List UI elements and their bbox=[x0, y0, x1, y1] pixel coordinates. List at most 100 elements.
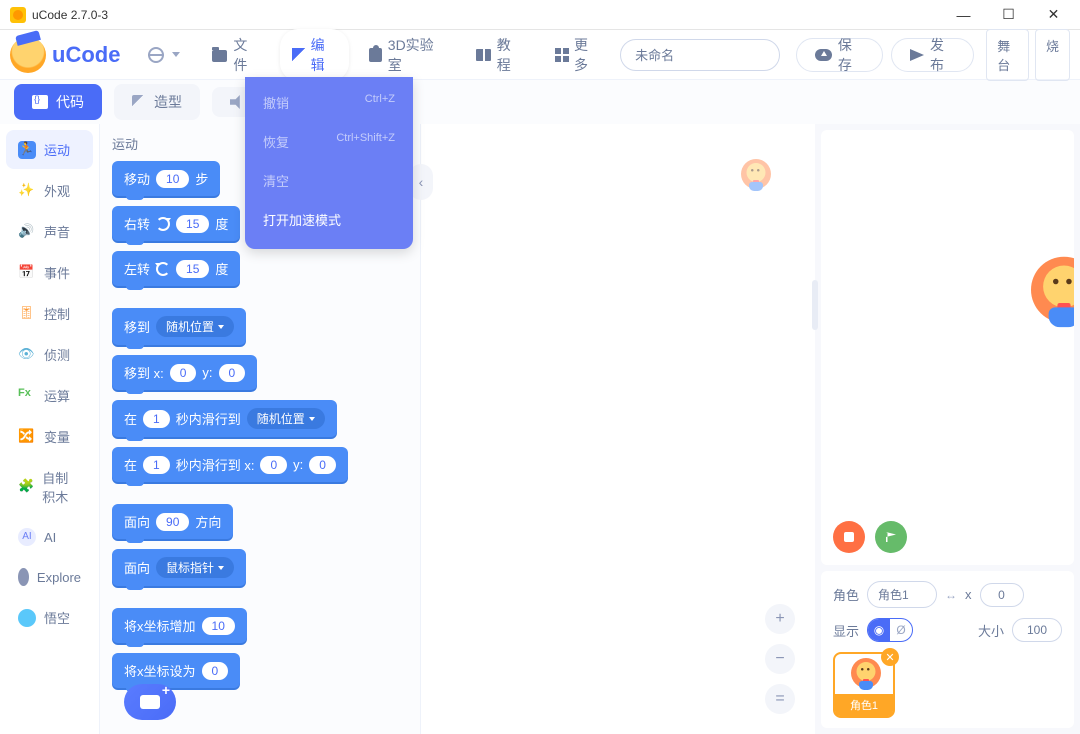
block-move-steps[interactable]: 移动 10 步 bbox=[112, 161, 220, 196]
input-glidexy-y[interactable]: 0 bbox=[309, 456, 336, 474]
cat-looks[interactable]: ✨外观 bbox=[6, 171, 93, 210]
edit-menu-button[interactable]: 编辑 bbox=[280, 29, 349, 81]
clear-item[interactable]: 清空 bbox=[245, 161, 413, 200]
3d-lab-menu[interactable]: 3D实验室 bbox=[357, 29, 456, 81]
brush-icon bbox=[132, 95, 146, 109]
cat-operators[interactable]: Fx运算 bbox=[6, 376, 93, 415]
file-menu[interactable]: 文件 bbox=[200, 29, 271, 81]
edit-label: 编辑 bbox=[311, 35, 337, 75]
cat-control[interactable]: 🎚控制 bbox=[6, 294, 93, 333]
code-icon bbox=[32, 95, 48, 109]
tab-code[interactable]: 代码 bbox=[14, 84, 102, 120]
stage-button[interactable]: 舞台 bbox=[986, 29, 1029, 81]
dropdown-goto[interactable]: 随机位置 bbox=[156, 316, 234, 337]
main-area: 🏃运动 ✨外观 🔊声音 📅事件 🎚控制 👁侦测 Fx运算 🔀变量 🧩自制积木 A… bbox=[0, 124, 1080, 734]
stage-preview[interactable] bbox=[821, 130, 1074, 565]
minimize-button[interactable]: — bbox=[941, 1, 986, 29]
sprite-thumbnail[interactable]: ✕ 角色1 bbox=[833, 652, 895, 718]
cat-sensing[interactable]: 👁侦测 bbox=[6, 335, 93, 374]
input-glide-sec[interactable]: 1 bbox=[143, 410, 170, 428]
input-point-dir[interactable]: 90 bbox=[156, 513, 189, 531]
cat-explore[interactable]: Explore bbox=[6, 558, 93, 596]
cat-sound[interactable]: 🔊声音 bbox=[6, 212, 93, 251]
panel-resize-handle[interactable] bbox=[812, 280, 818, 330]
sprite-list: ✕ 角色1 bbox=[833, 652, 1062, 718]
block-set-x[interactable]: 将x坐标设为 0 bbox=[112, 653, 240, 688]
publish-button[interactable]: 发布 bbox=[891, 38, 974, 72]
dropdown-point-to[interactable]: 鼠标指针 bbox=[156, 557, 234, 578]
input-change-x[interactable]: 10 bbox=[202, 617, 235, 635]
block-point-towards[interactable]: 面向 鼠标指针 bbox=[112, 549, 246, 586]
turn-ccw-icon bbox=[156, 262, 170, 276]
input-glidexy-x[interactable]: 0 bbox=[260, 456, 287, 474]
size-label: 大小 bbox=[978, 621, 1004, 640]
show-on-icon: ◉ bbox=[868, 619, 890, 641]
maximize-button[interactable]: ☐ bbox=[986, 1, 1031, 29]
publish-label: 发布 bbox=[930, 35, 955, 75]
cat-events[interactable]: 📅事件 bbox=[6, 253, 93, 292]
role-label: 角色 bbox=[833, 585, 859, 604]
myblocks-dot-icon: 🧩 bbox=[18, 478, 34, 496]
turbo-item[interactable]: 打开加速模式 bbox=[245, 200, 413, 239]
project-name-input[interactable]: 未命名 bbox=[620, 39, 780, 71]
input-goto-y[interactable]: 0 bbox=[219, 364, 246, 382]
sprite-thumb-name: 角色1 bbox=[835, 694, 893, 716]
sprite-size-input[interactable]: 100 bbox=[1012, 618, 1062, 642]
block-turn-ccw[interactable]: 左转 15 度 bbox=[112, 251, 240, 286]
input-goto-x[interactable]: 0 bbox=[170, 364, 197, 382]
input-set-x[interactable]: 0 bbox=[202, 662, 229, 680]
lab3d-label: 3D实验室 bbox=[388, 35, 444, 75]
cat-motion[interactable]: 🏃运动 bbox=[6, 130, 93, 169]
file-label: 文件 bbox=[233, 35, 259, 75]
chevron-down-icon bbox=[172, 52, 180, 57]
cat-myblocks[interactable]: 🧩自制积木 bbox=[6, 458, 93, 516]
visibility-toggle[interactable]: ◉ Ø bbox=[867, 618, 913, 642]
block-glide[interactable]: 在 1 秒内滑行到 随机位置 bbox=[112, 400, 337, 437]
zoom-in-button[interactable]: + bbox=[765, 604, 795, 634]
sprite-x-input[interactable]: 0 bbox=[980, 583, 1024, 607]
undo-item[interactable]: 撤销 Ctrl+Z bbox=[245, 83, 413, 122]
sprite-name-input[interactable]: 角色1 bbox=[867, 581, 937, 608]
paper-plane-icon bbox=[910, 49, 924, 61]
stop-button[interactable] bbox=[833, 521, 865, 553]
tab-costume[interactable]: 造型 bbox=[114, 84, 200, 120]
block-point-direction[interactable]: 面向 90 方向 bbox=[112, 504, 233, 539]
tutorial-menu[interactable]: 教程 bbox=[464, 29, 535, 81]
sprite-info-panel: 角色 角色1 ↔ x 0 显示 ◉ Ø 大小 100 ✕ bbox=[821, 571, 1074, 728]
close-button[interactable]: ✕ bbox=[1031, 1, 1076, 29]
input-turn-ccw[interactable]: 15 bbox=[176, 260, 209, 278]
block-turn-cw[interactable]: 右转 15 度 bbox=[112, 206, 240, 241]
cloud-upload-icon bbox=[815, 49, 832, 61]
puzzle-icon bbox=[369, 48, 382, 62]
stage-sprite[interactable] bbox=[1034, 260, 1074, 325]
zoom-out-button[interactable]: − bbox=[765, 644, 795, 674]
block-change-x[interactable]: 将x坐标增加 10 bbox=[112, 608, 247, 643]
more-menu[interactable]: 更多 bbox=[543, 29, 612, 81]
dropdown-glide[interactable]: 随机位置 bbox=[247, 408, 325, 429]
window-title: uCode 2.7.0-3 bbox=[32, 8, 108, 22]
events-dot-icon: 📅 bbox=[18, 264, 36, 282]
block-goto[interactable]: 移到 随机位置 bbox=[112, 308, 246, 345]
x-label: x bbox=[965, 587, 972, 602]
block-goto-xy[interactable]: 移到 x: 0 y: 0 bbox=[112, 355, 257, 390]
ai-dot-icon: AI bbox=[18, 528, 36, 546]
burn-button[interactable]: 烧 bbox=[1035, 29, 1070, 81]
save-button[interactable]: 保存 bbox=[796, 38, 883, 72]
input-glidexy-sec[interactable]: 1 bbox=[143, 456, 170, 474]
cat-variables[interactable]: 🔀变量 bbox=[6, 417, 93, 456]
show-label: 显示 bbox=[833, 621, 859, 640]
cat-ai[interactable]: AIAI bbox=[6, 518, 93, 556]
zoom-reset-button[interactable]: = bbox=[765, 684, 795, 714]
block-glide-xy[interactable]: 在 1 秒内滑行到 x: 0 y: 0 bbox=[112, 447, 348, 482]
globe-icon bbox=[148, 47, 164, 63]
input-move-steps[interactable]: 10 bbox=[156, 170, 189, 188]
add-extension-button[interactable] bbox=[124, 684, 176, 720]
input-turn-cw[interactable]: 15 bbox=[176, 215, 209, 233]
scripts-workspace[interactable]: ‹ + − = bbox=[420, 124, 815, 734]
tutorial-label: 教程 bbox=[497, 35, 523, 75]
green-flag-button[interactable] bbox=[875, 521, 907, 553]
redo-item[interactable]: 恢复 Ctrl+Shift+Z bbox=[245, 122, 413, 161]
language-menu[interactable] bbox=[136, 41, 192, 69]
cat-wukong[interactable]: 悟空 bbox=[6, 598, 93, 637]
window-titlebar: uCode 2.7.0-3 — ☐ ✕ bbox=[0, 0, 1080, 30]
